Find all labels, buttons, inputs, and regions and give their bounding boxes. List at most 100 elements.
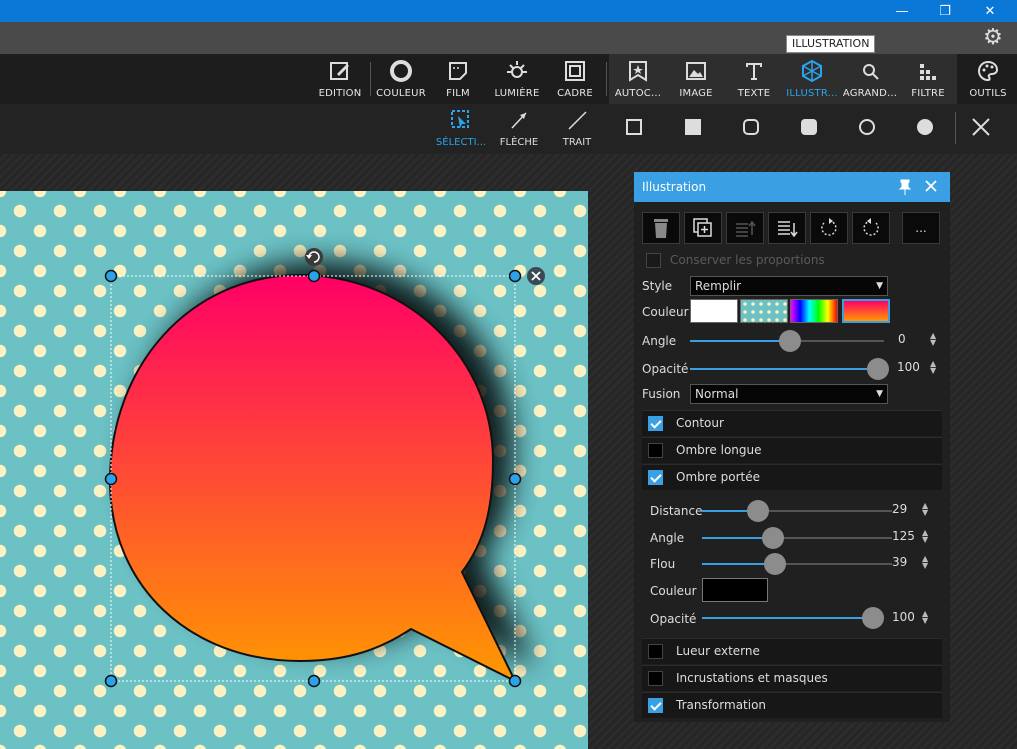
outer-glow-checkbox[interactable] xyxy=(648,644,663,659)
opacity-label: Opacité xyxy=(642,362,689,376)
shadow-blur-knob[interactable] xyxy=(764,553,786,575)
arrow-icon xyxy=(511,112,527,129)
section-outer-glow[interactable]: Lueur externe xyxy=(642,638,942,664)
duplicate-button[interactable] xyxy=(684,212,722,244)
angle-spinner[interactable]: ▲ ▼ xyxy=(930,332,936,347)
duplicate-icon xyxy=(693,218,712,237)
drop-shadow-checkbox[interactable] xyxy=(648,470,663,485)
tool-arrow[interactable]: FLÈCHE xyxy=(494,104,544,154)
shadow-blur-slider[interactable] xyxy=(702,563,892,565)
shadow-blur-label: Flou xyxy=(650,557,676,571)
fusion-select[interactable]: Normal ▼ xyxy=(690,384,888,404)
select-icon xyxy=(451,110,469,128)
tool-line[interactable]: TRAIT xyxy=(552,104,602,154)
more-button[interactable]: ... xyxy=(902,212,940,244)
gear-icon[interactable]: ⚙ xyxy=(981,26,1005,50)
shadow-opacity-spinner[interactable]: ▲ ▼ xyxy=(922,610,928,625)
edit-icon xyxy=(330,62,349,80)
opacity-slider-knob[interactable] xyxy=(867,358,889,380)
ellipse-filled-icon[interactable] xyxy=(914,116,936,138)
swatch-pattern[interactable] xyxy=(740,299,788,323)
rectangle-filled-icon[interactable] xyxy=(682,116,704,138)
keep-proportions-checkbox[interactable] xyxy=(646,253,661,268)
fusion-label: Fusion xyxy=(642,387,681,401)
minimize-button[interactable]: — xyxy=(882,0,922,22)
send-backward-icon xyxy=(778,221,798,238)
circle-icon xyxy=(390,60,412,82)
shadow-angle-knob[interactable] xyxy=(762,527,784,549)
rounded-rect-filled-icon[interactable] xyxy=(798,116,820,138)
transform-checkbox[interactable] xyxy=(648,698,663,713)
rotate-left-button[interactable] xyxy=(810,212,848,244)
close-toolbar-icon[interactable] xyxy=(970,116,992,138)
speech-bubble[interactable] xyxy=(0,191,588,749)
shadow-angle-value[interactable]: 125 xyxy=(892,529,915,543)
opacity-slider[interactable] xyxy=(690,368,880,370)
shadow-angle-slider[interactable] xyxy=(702,537,892,539)
shadow-distance-knob[interactable] xyxy=(747,500,769,522)
angle-value[interactable]: 0 xyxy=(898,332,906,346)
style-select[interactable]: Remplir ▼ xyxy=(690,276,888,296)
swatch-rainbow[interactable] xyxy=(790,299,838,323)
section-drop-shadow[interactable]: Ombre portée xyxy=(642,464,942,490)
film-icon xyxy=(449,62,467,80)
rotate-right-button[interactable] xyxy=(852,212,890,244)
line-icon xyxy=(568,111,587,130)
ellipse-outline-icon[interactable] xyxy=(856,116,878,138)
section-contour[interactable]: Contour xyxy=(642,410,942,436)
contour-checkbox[interactable] xyxy=(648,416,663,431)
tool-agrandir[interactable]: AGRAND... xyxy=(841,54,899,104)
tool-select[interactable]: SÉLECTI... xyxy=(432,104,490,154)
shadow-angle-spinner[interactable]: ▲ ▼ xyxy=(922,529,928,544)
sun-icon xyxy=(507,61,527,78)
tool-filtre[interactable]: FILTRE xyxy=(899,54,957,104)
tool-image[interactable]: IMAGE xyxy=(667,54,725,104)
style-label: Style xyxy=(642,279,673,293)
section-long-shadow[interactable]: Ombre longue xyxy=(642,437,942,463)
shadow-opacity-label: Opacité xyxy=(650,612,697,626)
bring-forward-button[interactable] xyxy=(726,212,764,244)
swatch-gradient[interactable] xyxy=(842,299,890,323)
pin-icon[interactable] xyxy=(898,172,912,213)
opacity-spinner[interactable]: ▲ ▼ xyxy=(930,360,936,375)
shadow-blur-value[interactable]: 39 xyxy=(892,555,907,569)
rotate-handle-icon[interactable] xyxy=(305,248,323,266)
shadow-opacity-knob[interactable] xyxy=(862,607,884,629)
shadow-distance-label: Distance xyxy=(650,504,703,518)
tool-couleur[interactable]: COULEUR xyxy=(375,54,427,104)
shadow-opacity-slider[interactable] xyxy=(702,617,882,619)
send-backward-button[interactable] xyxy=(768,212,806,244)
illustration-panel: Illustration ... Conserver les proportio… xyxy=(634,172,950,722)
tool-outils[interactable]: OUTILS xyxy=(960,54,1016,104)
rounded-rect-outline-icon[interactable] xyxy=(740,116,762,138)
section-transform[interactable]: Transformation xyxy=(642,692,942,718)
swatch-plain[interactable] xyxy=(690,299,738,323)
shadow-distance-value[interactable]: 29 xyxy=(892,502,907,516)
tool-lumiere[interactable]: LUMIÈRE xyxy=(490,54,544,104)
close-panel-icon[interactable] xyxy=(924,172,938,213)
angle-slider-knob[interactable] xyxy=(779,330,801,352)
restore-button[interactable]: ❐ xyxy=(925,0,965,22)
shadow-blur-spinner[interactable]: ▲ ▼ xyxy=(922,555,928,570)
delete-shape-icon[interactable] xyxy=(527,267,545,285)
shadow-opacity-value[interactable]: 100 xyxy=(892,610,915,624)
shadow-distance-slider[interactable] xyxy=(702,510,892,512)
tool-illustration[interactable]: ILLUSTR... xyxy=(783,54,841,104)
tool-cadre[interactable]: CADRE xyxy=(549,54,601,104)
tool-texte[interactable]: TEXTE xyxy=(725,54,783,104)
tool-film[interactable]: FILM xyxy=(432,54,484,104)
section-inlays[interactable]: Incrustations et masques xyxy=(642,665,942,691)
delete-button[interactable] xyxy=(642,212,680,244)
rectangle-outline-icon[interactable] xyxy=(623,116,645,138)
close-window-button[interactable]: ✕ xyxy=(970,0,1010,22)
tool-edition[interactable]: EDITION xyxy=(314,54,366,104)
long-shadow-checkbox[interactable] xyxy=(648,443,663,458)
tool-autoc[interactable]: AUTOC... xyxy=(609,54,667,104)
inlays-checkbox[interactable] xyxy=(648,671,663,686)
shadow-distance-spinner[interactable]: ▲ ▼ xyxy=(922,502,928,517)
opacity-value[interactable]: 100 xyxy=(897,360,920,374)
filter-icon xyxy=(920,64,936,80)
keep-proportions-label: Conserver les proportions xyxy=(670,253,825,267)
shadow-color-swatch[interactable] xyxy=(702,578,768,602)
shadow-color-label: Couleur xyxy=(650,584,697,598)
